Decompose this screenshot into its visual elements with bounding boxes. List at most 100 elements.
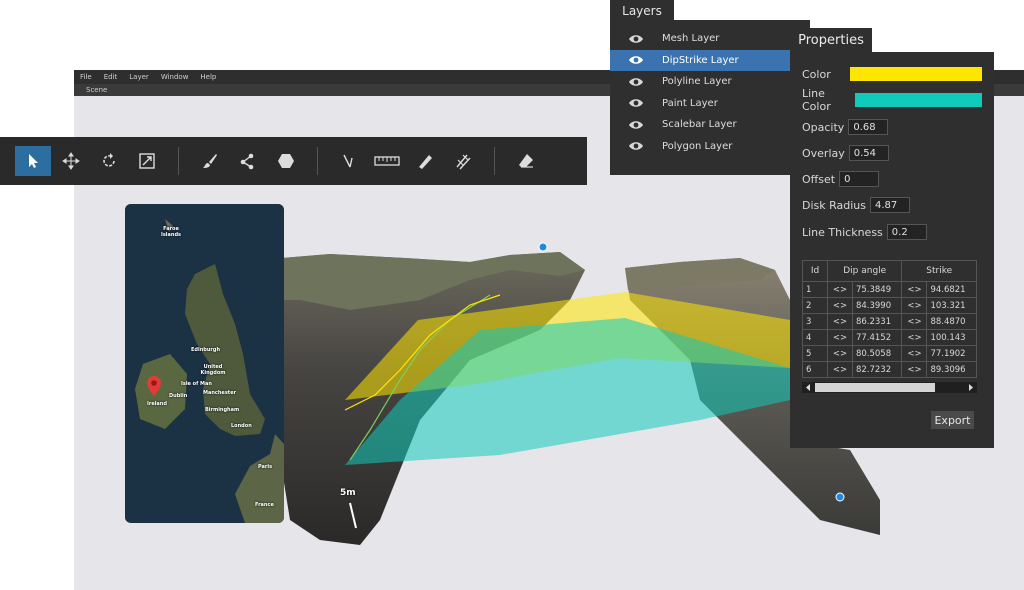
disk-radius-input[interactable]: 4.87 [870, 197, 911, 213]
opacity-input[interactable]: 0.68 [848, 119, 889, 135]
move-arrows-icon [62, 152, 80, 170]
table-cell-toggle[interactable]: <> [827, 361, 853, 378]
table-horizontal-scrollbar[interactable] [802, 382, 977, 393]
table-cell-toggle[interactable]: <> [827, 281, 853, 298]
scroll-right-icon[interactable] [966, 382, 976, 393]
disk-radius-label: Disk Radius [802, 198, 867, 212]
map-label-uk: United Kingdom [200, 364, 226, 376]
toolbar-separator [317, 147, 318, 175]
line-color-swatch[interactable] [855, 93, 982, 107]
layer-item-polygon[interactable]: Polygon Layer [610, 136, 810, 158]
table-cell-toggle[interactable]: <> [901, 361, 928, 378]
move-tool-button[interactable] [53, 146, 89, 176]
polyline-tool-button[interactable] [230, 146, 266, 176]
eye-icon[interactable] [628, 77, 644, 87]
table-cell-value: 88.4870 [926, 313, 977, 330]
map-label-london: London [231, 423, 252, 429]
map-label-birmingham: Birmingham [205, 407, 240, 413]
measure-tool-button[interactable] [407, 146, 443, 176]
table-row[interactable]: 5 <> 80.5058 <> 77.1902 [802, 345, 977, 362]
table-row[interactable]: 3 <> 86.2331 <> 88.4870 [802, 313, 977, 330]
table-header-strike[interactable]: Strike [901, 260, 977, 282]
brush-icon [203, 154, 217, 168]
map-label-faroe: Faroe Islands [160, 226, 182, 238]
layer-item-mesh[interactable]: Mesh Layer [610, 28, 810, 50]
line-color-label: Line Color [802, 87, 831, 113]
table-cell-toggle[interactable]: <> [901, 345, 928, 362]
map-label-dublin: Dublin [169, 393, 188, 399]
layer-item-label: DipStrike Layer [662, 54, 739, 66]
table-cell-toggle[interactable]: <> [901, 313, 928, 330]
table-cell-toggle[interactable]: <> [827, 297, 853, 314]
properties-panel: Color Line Color Opacity 0.68 Overlay 0.… [790, 52, 994, 448]
layer-item-dipstrike[interactable]: DipStrike Layer [610, 49, 810, 71]
map-label-edinburgh: Edinburgh [191, 347, 221, 353]
line-thickness-input[interactable]: 0.2 [886, 224, 927, 240]
layer-item-label: Polygon Layer [662, 140, 733, 152]
scalebar-tool-button[interactable] [369, 146, 405, 176]
disk-radius-row: Disk Radius 4.87 [802, 197, 911, 213]
layer-item-scalebar[interactable]: Scalebar Layer [610, 114, 810, 136]
table-cell-toggle[interactable]: <> [901, 329, 928, 346]
eye-icon[interactable] [628, 98, 644, 108]
layer-item-label: Paint Layer [662, 97, 718, 109]
color-swatch[interactable] [850, 67, 982, 81]
table-row[interactable]: 2 <> 84.3990 <> 103.321 [802, 297, 977, 314]
rotate-tool-button[interactable] [91, 146, 127, 176]
menu-edit[interactable]: Edit [98, 73, 124, 81]
scrollbar-thumb[interactable] [815, 383, 935, 392]
table-cell-id: 6 [802, 361, 828, 378]
location-map[interactable]: Faroe Islands Edinburgh United Kingdom I… [125, 204, 284, 523]
table-cell-toggle[interactable]: <> [901, 297, 928, 314]
table-cell-value: 94.6821 [926, 281, 977, 298]
layer-item-paint[interactable]: Paint Layer [610, 93, 810, 115]
eye-icon[interactable] [628, 141, 644, 151]
table-cell-value: 100.143 [926, 329, 977, 346]
table-header-id[interactable]: Id [802, 260, 828, 282]
overlay-row: Overlay 0.54 [802, 145, 889, 161]
table-cell-value: 77.1902 [926, 345, 977, 362]
polygon-tool-button[interactable] [268, 146, 304, 176]
export-button[interactable]: Export [931, 411, 974, 429]
eye-icon[interactable] [628, 34, 644, 44]
layer-item-label: Mesh Layer [662, 33, 720, 45]
scroll-left-icon[interactable] [803, 382, 813, 393]
scale-tool-button[interactable] [129, 146, 165, 176]
map-label-france: France [255, 502, 274, 508]
select-tool-button[interactable] [15, 146, 51, 176]
tab-scene[interactable]: Scene [74, 86, 119, 94]
table-cell-toggle[interactable]: <> [827, 345, 853, 362]
offset-row: Offset 0 [802, 171, 880, 187]
table-cell-value: 77.4152 [851, 329, 903, 346]
table-body: 1 <> 75.3849 <> 94.6821 2 <> 84.3990 <> 103.321 3 <… [802, 281, 977, 378]
erase-measure-tool-button[interactable] [445, 146, 481, 176]
layer-item-label: Polyline Layer [662, 76, 732, 88]
offset-input[interactable]: 0 [839, 171, 880, 187]
table-cell-id: 2 [802, 297, 828, 314]
eye-icon[interactable] [628, 120, 644, 130]
table-cell-toggle[interactable]: <> [827, 329, 853, 346]
menu-window[interactable]: Window [155, 73, 195, 81]
menu-layer[interactable]: Layer [123, 73, 155, 81]
menu-help[interactable]: Help [194, 73, 222, 81]
paint-tool-button[interactable] [192, 146, 228, 176]
ruler-cross-icon [456, 154, 471, 170]
location-pin-icon [147, 376, 161, 396]
menu-file[interactable]: File [74, 73, 98, 81]
table-cell-toggle[interactable]: <> [901, 281, 928, 298]
table-header-dip[interactable]: Dip angle [826, 260, 903, 282]
dipstrike-tool-button[interactable] [331, 146, 367, 176]
color-label: Color [802, 67, 831, 81]
overlay-input[interactable]: 0.54 [848, 145, 889, 161]
eraser-tool-button[interactable] [508, 146, 544, 176]
diagonal-ruler-icon [419, 155, 432, 169]
table-row[interactable]: 4 <> 77.4152 <> 100.143 [802, 329, 977, 346]
layer-item-polyline[interactable]: Polyline Layer [610, 71, 810, 93]
table-row[interactable]: 1 <> 75.3849 <> 94.6821 [802, 281, 977, 298]
layers-panel-title: Layers [610, 0, 674, 22]
ruler-icon [374, 156, 400, 166]
eye-icon[interactable] [628, 55, 644, 65]
table-cell-toggle[interactable]: <> [827, 313, 853, 330]
layers-panel: Layers Mesh Layer DipStrike Layer Polyli… [610, 0, 810, 175]
table-row[interactable]: 6 <> 82.7232 <> 89.3096 [802, 361, 977, 378]
